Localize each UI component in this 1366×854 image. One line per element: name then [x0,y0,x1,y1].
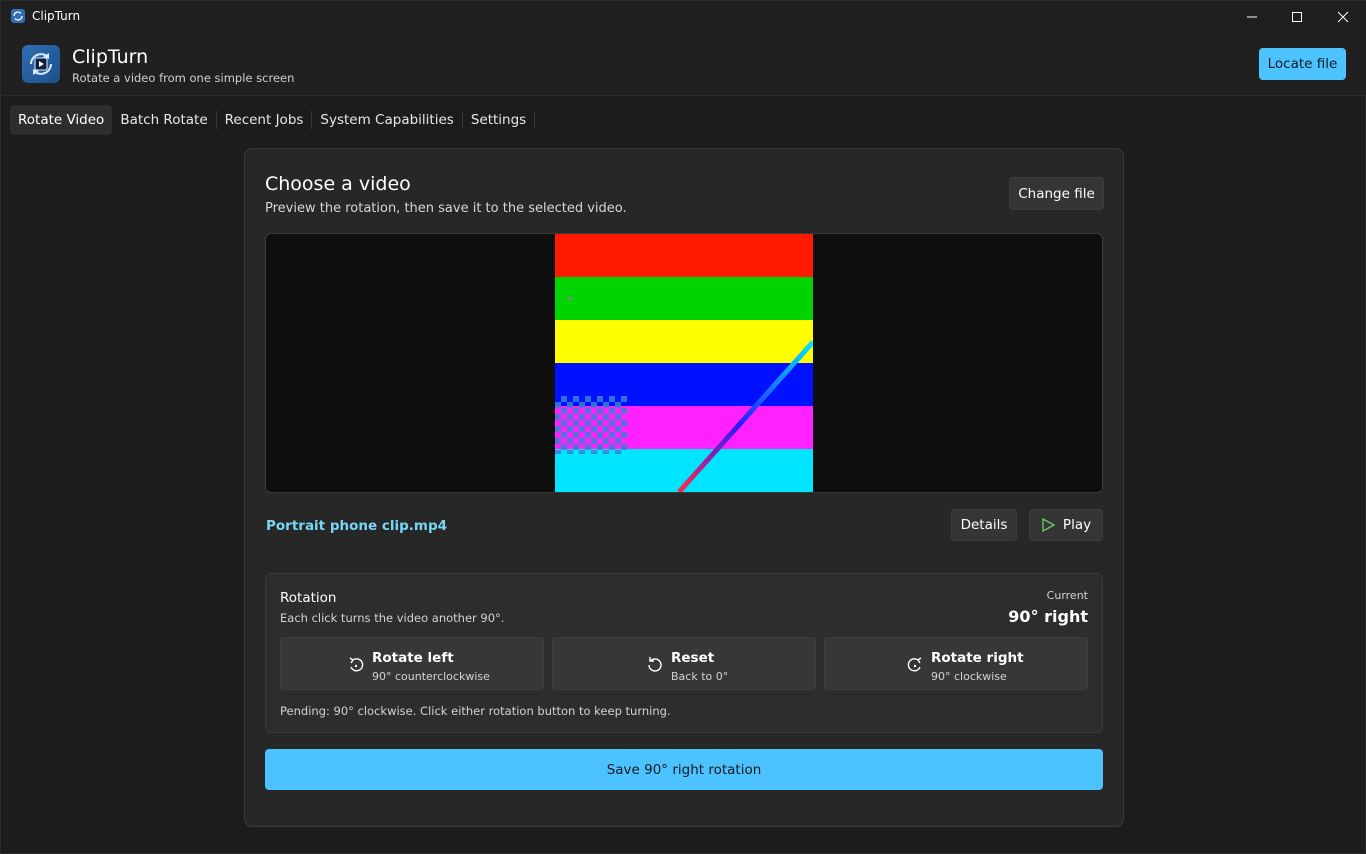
rotate-right-button[interactable]: Rotate right 90° clockwise [824,637,1088,690]
maximize-icon [1292,11,1302,22]
selected-file-name[interactable]: Portrait phone clip.mp4 [266,518,447,534]
close-button[interactable] [1320,1,1366,32]
details-button[interactable]: Details [951,509,1017,541]
app-logo [22,45,60,83]
app-icon [11,9,25,23]
rotation-title: Rotation [280,590,337,606]
app-header: ClipTurn Rotate a video from one simple … [1,32,1366,96]
locate-file-button[interactable]: Locate file [1259,48,1346,80]
rotate-video-logo-icon [30,53,52,75]
rotation-panel: Rotation Each click turns the video anot… [265,573,1103,733]
current-label: Current [1046,589,1088,602]
current-rotation-value: 90° right [1008,607,1088,626]
tab-settings[interactable]: Settings [463,105,534,135]
reset-button[interactable]: Reset Back to 0° [552,637,816,690]
play-label: Play [1062,517,1092,533]
rotation-subtitle: Each click turns the video another 90°. [280,611,505,625]
tab-batch-rotate[interactable]: Batch Rotate [112,105,215,135]
change-file-button[interactable]: Change file [1009,177,1104,210]
tab-rotate-video[interactable]: Rotate Video [10,105,113,135]
play-button[interactable]: Play [1029,509,1103,541]
tab-divider [534,111,536,129]
reset-icon [648,657,662,672]
minimize-button[interactable] [1229,1,1275,32]
rotate-left-sub: 90° counterclockwise [372,670,490,683]
window-title: ClipTurn [32,9,81,23]
tab-system-capabilities[interactable]: System Capabilities [312,105,461,135]
rotate-right-label: Rotate right [931,650,1024,666]
app-window: ClipTurn ClipTurn Rotate a video from on… [0,0,1366,854]
rotate-card: Choose a video Preview the rotation, the… [244,148,1124,827]
save-rotation-button[interactable]: Save 90° right rotation [265,749,1103,790]
close-icon [1337,11,1349,22]
maximize-button[interactable] [1274,1,1320,32]
pending-status: Pending: 90° clockwise. Click either rot… [280,704,671,718]
rotate-right-sub: 90° clockwise [931,670,1007,683]
app-name: ClipTurn [72,46,149,68]
video-frame [555,234,813,492]
video-preview [265,233,1103,493]
title-bar: ClipTurn [1,1,1366,32]
app-tagline: Rotate a video from one simple screen [72,71,295,85]
play-icon [1042,518,1055,532]
reset-sub: Back to 0° [671,670,729,683]
test-pattern-overlay [555,297,813,492]
rotate-left-button[interactable]: Rotate left 90° counterclockwise [280,637,544,690]
rotate-left-icon [349,657,364,672]
card-subtitle: Preview the rotation, then save it to th… [265,201,627,216]
minimize-icon [1247,16,1257,17]
card-title: Choose a video [265,173,411,195]
rotate-right-icon [907,657,922,672]
rotate-left-label: Rotate left [372,650,454,666]
reset-label: Reset [671,650,715,666]
tab-recent-jobs[interactable]: Recent Jobs [217,105,312,135]
tab-bar: Rotate Video Batch Rotate Recent Jobs Sy… [10,105,536,135]
